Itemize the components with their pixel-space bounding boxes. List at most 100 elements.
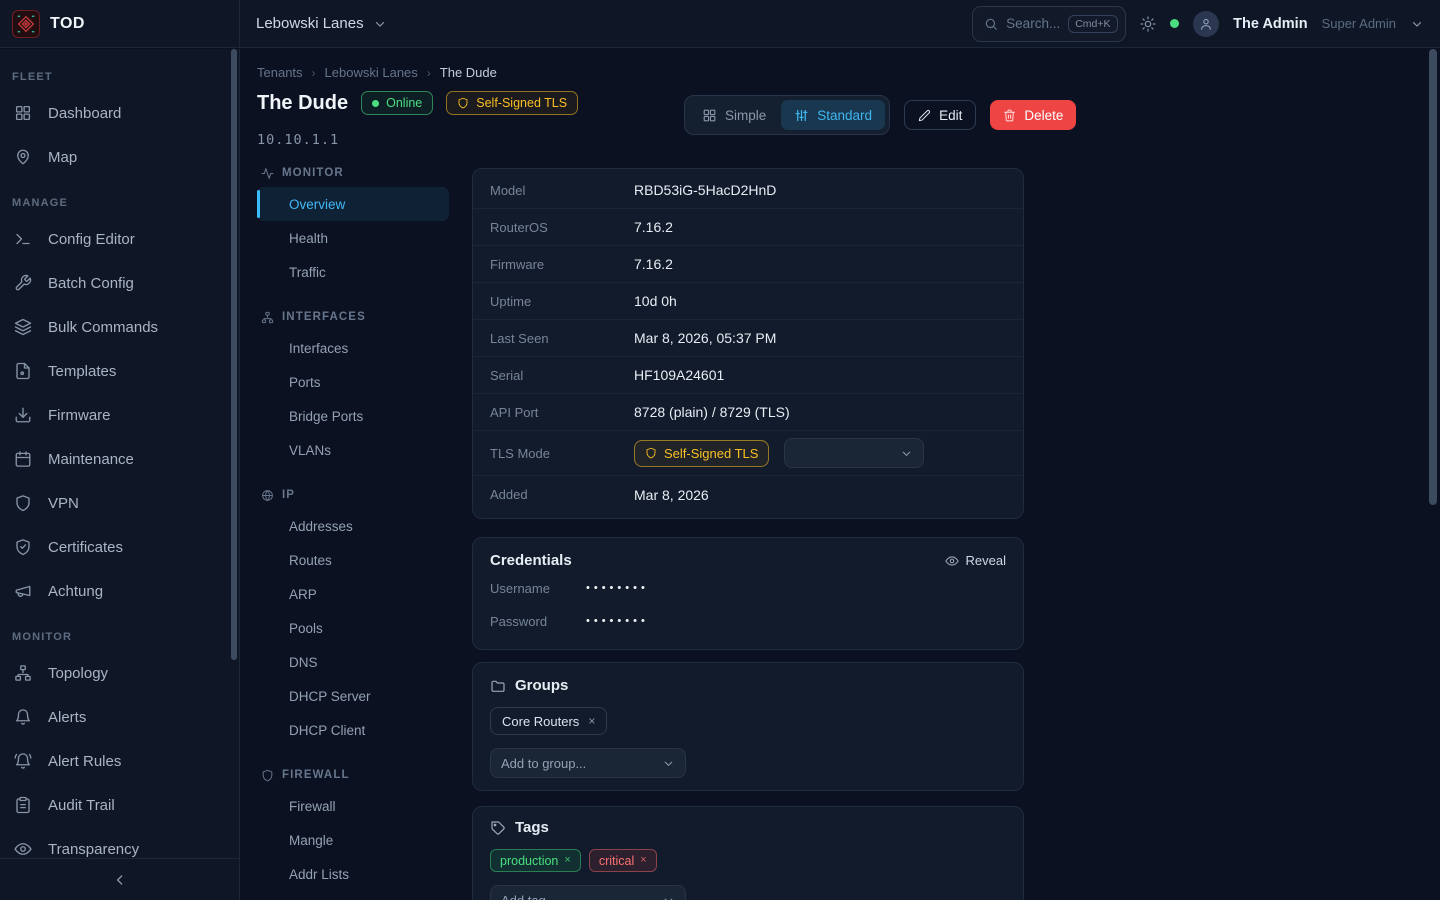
chevron-left-icon: [112, 872, 128, 888]
device-details-card: Model RBD53iG-5HacD2HnD RouterOS 7.16.2 …: [472, 168, 1024, 519]
tags-title: Tags: [490, 819, 549, 836]
credential-label: Username: [490, 581, 586, 596]
clipboard-icon: [13, 796, 33, 814]
subnav-item-bridge-ports[interactable]: Bridge Ports: [257, 399, 449, 433]
detail-label: Model: [490, 183, 634, 198]
sidebar-scroll-area: FLEET Dashboard Map MANAGE Config Editor…: [0, 49, 239, 858]
sidebar-item-bulk-commands[interactable]: Bulk Commands: [0, 305, 239, 349]
app-logo[interactable]: TOD: [0, 0, 240, 47]
sidebar-item-topology[interactable]: Topology: [0, 651, 239, 695]
add-to-group-placeholder: Add to group...: [501, 756, 586, 771]
subnav-item-routes[interactable]: Routes: [257, 543, 449, 577]
dashboard-grid-icon: [13, 104, 33, 122]
detail-row-api-port: API Port 8728 (plain) / 8729 (TLS): [473, 394, 1023, 431]
subnav-section-label: MONITOR: [282, 167, 344, 179]
online-dot-icon: [372, 100, 379, 107]
delete-button[interactable]: Delete: [990, 100, 1076, 130]
tls-mode-select[interactable]: [784, 438, 924, 468]
subnav-item-arp[interactable]: ARP: [257, 577, 449, 611]
tls-mode-badge-label: Self-Signed TLS: [664, 446, 758, 461]
detail-value: Mar 8, 2026: [634, 487, 709, 503]
remove-group-icon[interactable]: ×: [588, 715, 595, 727]
subnav-item-pools[interactable]: Pools: [257, 611, 449, 645]
sidebar-item-transparency[interactable]: Transparency: [0, 827, 239, 858]
subnav-item-traffic[interactable]: Traffic: [257, 255, 449, 289]
subnav-section-interfaces: INTERFACES: [261, 309, 449, 325]
avatar[interactable]: [1193, 11, 1219, 37]
add-tag-select[interactable]: Add tag...: [490, 885, 686, 900]
sidebar-item-config-editor[interactable]: Config Editor: [0, 217, 239, 261]
theme-toggle-sun-icon[interactable]: [1140, 16, 1156, 32]
shield-icon: [645, 447, 657, 459]
sidebar-item-audit-trail[interactable]: Audit Trail: [0, 783, 239, 827]
sidebar-item-certificates[interactable]: Certificates: [0, 525, 239, 569]
reveal-button-label: Reveal: [966, 553, 1006, 568]
subnav-item-ports[interactable]: Ports: [257, 365, 449, 399]
subnav-item-vlans[interactable]: VLANs: [257, 433, 449, 467]
subnav-item-health[interactable]: Health: [257, 221, 449, 255]
detail-row-tls-mode: TLS Mode Self-Signed TLS: [473, 431, 1023, 476]
grid-icon: [702, 108, 717, 123]
subnav-section-label: FIREWALL: [282, 769, 350, 781]
app-logo-icon: [12, 10, 40, 38]
view-toggle-simple[interactable]: Simple: [689, 100, 779, 130]
edit-button[interactable]: Edit: [904, 100, 976, 130]
sidebar-item-maintenance[interactable]: Maintenance: [0, 437, 239, 481]
sidebar-collapse-button[interactable]: [0, 858, 239, 900]
subnav-item-dhcp-client[interactable]: DHCP Client: [257, 713, 449, 747]
sidebar-item-firmware[interactable]: Firmware: [0, 393, 239, 437]
detail-row-uptime: Uptime 10d 0h: [473, 283, 1023, 320]
subnav-section-firewall: FIREWALL: [261, 767, 449, 783]
detail-row-routeros: RouterOS 7.16.2: [473, 209, 1023, 246]
sidebar-item-vpn[interactable]: VPN: [0, 481, 239, 525]
breadcrumb-tenant[interactable]: Lebowski Lanes: [325, 65, 418, 80]
subnav-item-conntrack[interactable]: ConnTrack: [257, 891, 449, 900]
chevron-down-icon: [900, 447, 913, 460]
tag-chip-production: production ×: [490, 849, 581, 872]
tenant-selector[interactable]: Lebowski Lanes: [240, 0, 387, 47]
sidebar-item-label: Transparency: [48, 841, 139, 858]
user-menu-chevron-icon[interactable]: [1410, 17, 1424, 31]
breadcrumb: Tenants › Lebowski Lanes › The Dude: [257, 65, 497, 80]
subnav-item-addr-lists[interactable]: Addr Lists: [257, 857, 449, 891]
detail-label: Serial: [490, 368, 634, 383]
credential-row-password: Password ••••••••: [490, 607, 1006, 635]
subnav-item-overview[interactable]: Overview: [257, 187, 449, 221]
credentials-card: Credentials Reveal Username •••••••• Pas…: [472, 537, 1024, 650]
sidebar-item-map[interactable]: Map: [0, 135, 239, 179]
chevron-down-icon: [662, 894, 675, 900]
main-scrollbar[interactable]: [1429, 49, 1437, 505]
wrench-icon: [13, 274, 33, 292]
subnav-item-interfaces[interactable]: Interfaces: [257, 331, 449, 365]
sidebar-item-dashboard[interactable]: Dashboard: [0, 91, 239, 135]
subnav-item-addresses[interactable]: Addresses: [257, 509, 449, 543]
sidebar-scrollbar[interactable]: [231, 49, 237, 660]
credential-masked-value: ••••••••: [586, 582, 649, 594]
file-icon: [13, 362, 33, 380]
remove-tag-icon[interactable]: ×: [640, 855, 646, 866]
subnav-item-mangle[interactable]: Mangle: [257, 823, 449, 857]
download-icon: [13, 406, 33, 424]
sidebar-item-templates[interactable]: Templates: [0, 349, 239, 393]
group-chip-label: Core Routers: [502, 714, 579, 729]
search-input[interactable]: Search... Cmd+K: [972, 6, 1126, 42]
subnav-item-dhcp-server[interactable]: DHCP Server: [257, 679, 449, 713]
remove-tag-icon[interactable]: ×: [564, 855, 570, 866]
add-to-group-select[interactable]: Add to group...: [490, 748, 686, 778]
sidebar-item-label: Achtung: [48, 583, 103, 600]
tls-badge: Self-Signed TLS: [446, 91, 578, 115]
terminal-icon: [13, 230, 33, 248]
sidebar-item-alerts[interactable]: Alerts: [0, 695, 239, 739]
sidebar-item-achtung[interactable]: Achtung: [0, 569, 239, 613]
subnav-item-firewall[interactable]: Firewall: [257, 789, 449, 823]
subnav-item-dns[interactable]: DNS: [257, 645, 449, 679]
subnav-section-monitor: MONITOR: [261, 165, 449, 181]
reveal-button[interactable]: Reveal: [945, 553, 1006, 568]
sidebar-item-label: Topology: [48, 665, 108, 682]
main-content: Tenants › Lebowski Lanes › The Dude The …: [241, 49, 1440, 900]
breadcrumb-tenants[interactable]: Tenants: [257, 65, 303, 80]
sidebar-item-alert-rules[interactable]: Alert Rules: [0, 739, 239, 783]
view-toggle-standard[interactable]: Standard: [781, 100, 885, 130]
shield-icon: [457, 97, 469, 109]
sidebar-item-batch-config[interactable]: Batch Config: [0, 261, 239, 305]
